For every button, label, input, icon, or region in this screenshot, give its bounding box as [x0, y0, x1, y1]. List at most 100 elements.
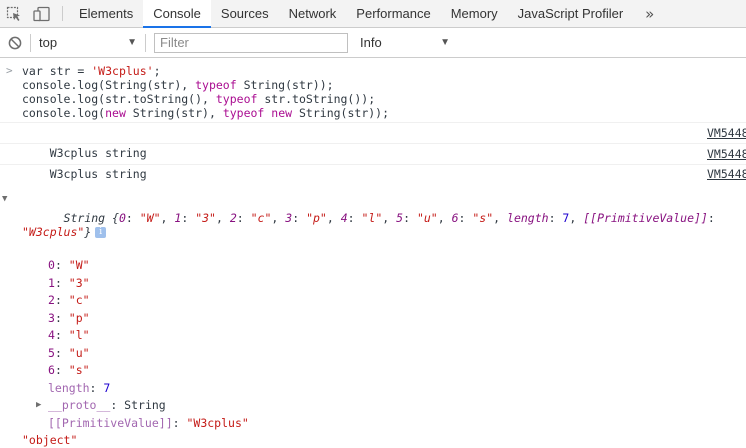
preview-key: 4 — [340, 211, 348, 225]
tab-memory[interactable]: Memory — [441, 0, 508, 27]
toolbar-divider — [145, 33, 146, 52]
code-token: str.toString()); — [257, 92, 376, 106]
property-list: 0: "W" 1: "3" 2: "c" 3: "p" 4: "l" 5: "u" 6: "… — [48, 257, 746, 380]
preview-separator: , — [382, 211, 397, 225]
preview-separator: : — [125, 211, 140, 225]
tab-label: Network — [288, 6, 337, 21]
tab-javascript-profiler[interactable]: JavaScript Profiler — [508, 0, 633, 27]
log-level-value: Info — [360, 35, 382, 50]
property-row: 1: "3" — [48, 275, 746, 293]
source-link[interactable]: VM5448 — [707, 123, 746, 143]
property-value: "c" — [68, 293, 90, 307]
expand-triangle-icon[interactable]: ▼ — [2, 192, 7, 206]
preview-separator: , — [569, 211, 584, 225]
tab-elements[interactable]: Elements — [69, 0, 143, 27]
console-log-entry: W3cplus string VM5448 — [0, 144, 746, 181]
preview-separator: , — [271, 211, 286, 225]
preview-brace: } — [84, 225, 92, 239]
console-object-entry: VM5448 ▼ String {0: "W", 1: "3", 2: "c",… — [0, 165, 746, 447]
code-keyword: new — [271, 106, 293, 120]
property-key: length — [48, 380, 90, 395]
property-row: length: 7 — [48, 380, 746, 398]
property-value: String — [124, 398, 166, 412]
device-toggle-icon[interactable] — [28, 0, 56, 27]
preview-string: "p" — [306, 211, 327, 225]
prompt-chevron-icon: > — [6, 64, 13, 77]
typeof-result: "object" — [22, 433, 78, 447]
console-log-entry: W3cplus string VM5448 — [0, 123, 746, 160]
preview-separator: : — [548, 211, 563, 225]
dropdown-caret-icon: ▼ — [127, 37, 137, 48]
dropdown-caret-icon: ▼ — [440, 37, 450, 48]
preview-separator: : — [347, 211, 362, 225]
tab-label: Console — [153, 6, 201, 21]
tab-sources[interactable]: Sources — [211, 0, 279, 27]
property-key: 1 — [48, 275, 55, 290]
preview-string: "c" — [250, 211, 272, 225]
source-link[interactable]: VM5448 — [707, 144, 746, 164]
preview-key: [[PrimitiveValue]] — [583, 211, 708, 225]
property-value: "W" — [68, 258, 90, 272]
preview-string: "s" — [472, 211, 494, 225]
preview-separator: : — [707, 211, 715, 225]
preview-string: "W" — [139, 211, 161, 225]
property-separator: : — [54, 310, 69, 325]
tab-network[interactable]: Network — [279, 0, 347, 27]
property-separator: : — [172, 415, 187, 430]
chevron-double-right-icon: » — [645, 4, 655, 23]
code-token: var str = — [22, 64, 92, 78]
preview-string: "W3cplus" — [22, 225, 85, 239]
property-separator: : — [54, 328, 69, 342]
property-value: "l" — [68, 328, 90, 342]
preview-string: "l" — [361, 211, 383, 225]
info-icon[interactable]: i — [95, 227, 107, 238]
property-separator: : — [54, 258, 69, 272]
log-level-selector[interactable]: Info ▼ — [354, 35, 450, 50]
clear-console-button[interactable] — [0, 36, 30, 50]
preview-string: "u" — [416, 211, 438, 225]
property-key: 2 — [48, 293, 55, 307]
preview-key: 0 — [118, 211, 126, 225]
property-row: [[PrimitiveValue]]: "W3cplus" — [48, 415, 746, 433]
preview-separator: : — [181, 211, 196, 225]
property-separator: : — [89, 380, 104, 395]
property-row: 3: "p" — [48, 310, 746, 328]
devtools-tab-bar: Elements Console Sources Network Perform… — [0, 0, 746, 28]
tab-console[interactable]: Console — [143, 0, 211, 28]
property-row: 5: "u" — [48, 345, 746, 363]
preview-separator: , — [493, 211, 508, 225]
preview-brace: { — [105, 211, 119, 225]
context-selector[interactable]: top ▼ — [31, 35, 145, 50]
code-keyword: typeof — [215, 92, 258, 106]
property-row: 0: "W" — [48, 257, 746, 275]
code-line: console.log(str.toString(), typeof str.t… — [22, 92, 746, 106]
property-separator: : — [54, 345, 69, 360]
object-preview[interactable]: ▼ String {0: "W", 1: "3", 2: "c", 3: "p"… — [2, 183, 746, 253]
property-key: __proto__ — [48, 398, 111, 412]
code-token: String(str)); — [292, 106, 390, 120]
filter-input[interactable] — [154, 32, 348, 53]
property-separator: : — [54, 293, 69, 307]
more-tabs-button[interactable]: » — [633, 0, 666, 27]
code-token: String(str), — [125, 106, 223, 120]
code-token: String(str)); — [236, 78, 334, 92]
tab-performance[interactable]: Performance — [346, 0, 440, 27]
code-line: console.log(String(str), typeof String(s… — [22, 78, 746, 92]
preview-key: 6 — [451, 211, 459, 225]
preview-separator: : — [458, 211, 473, 225]
property-value: "3" — [68, 275, 90, 290]
console-input-entry: > var str = 'W3cplus'; console.log(Strin… — [0, 58, 746, 123]
inspect-element-icon[interactable] — [0, 0, 28, 27]
tab-label: Elements — [79, 6, 134, 21]
code-line: console.log(new String(str), typeof new … — [22, 106, 746, 120]
property-separator: : — [54, 363, 69, 377]
property-key: 0 — [48, 258, 55, 272]
property-key: 4 — [48, 328, 55, 342]
source-link[interactable]: VM5448 — [707, 167, 746, 181]
property-row: 6: "s" — [48, 362, 746, 380]
tab-label: Performance — [356, 6, 431, 21]
property-separator: : — [54, 275, 69, 290]
property-row: 4: "l" — [48, 327, 746, 345]
tab-label: Memory — [450, 6, 498, 21]
console-toolbar: top ▼ Info ▼ — [0, 28, 746, 58]
